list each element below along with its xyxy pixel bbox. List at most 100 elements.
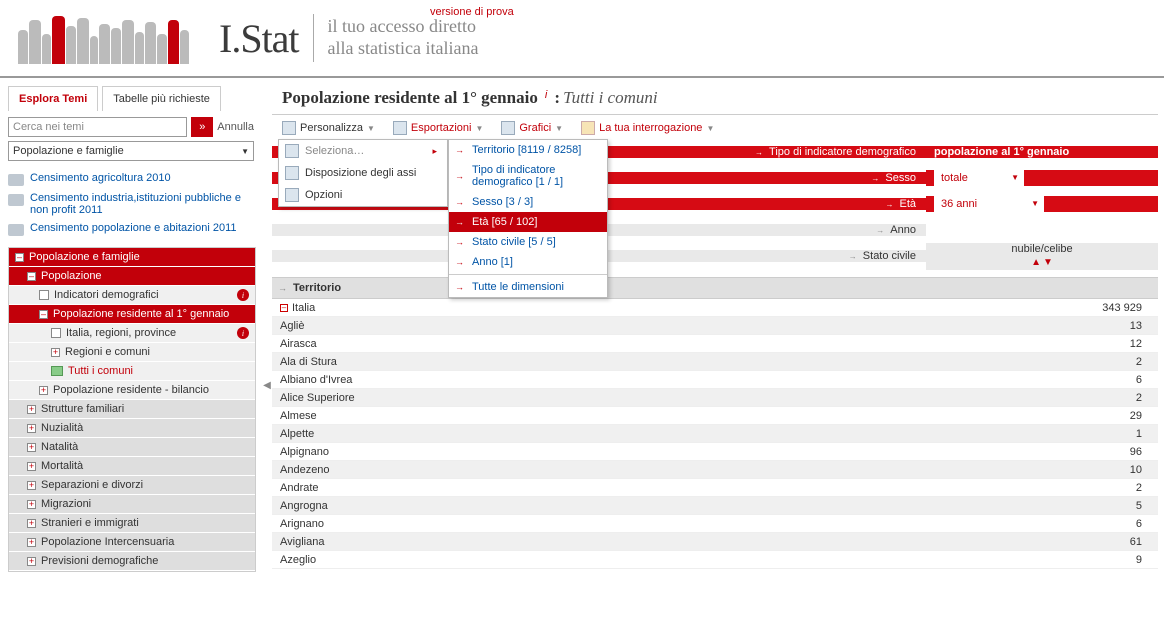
row-name: Alpette: [280, 428, 314, 440]
toolbar-export[interactable]: Esportazioni▼: [393, 121, 483, 135]
personalize-dropdown: Seleziona…▸ Disposizione degli assi Opzi…: [278, 139, 448, 207]
row-value: 2: [926, 392, 1158, 404]
table-row: Andezeno10: [272, 461, 1158, 479]
collapse-icon[interactable]: [39, 310, 48, 319]
collapse-sidebar-button[interactable]: ◀: [262, 78, 272, 572]
expand-icon[interactable]: [39, 386, 48, 395]
tree-branch[interactable]: Separazioni e divorzi: [9, 476, 255, 495]
search-input[interactable]: [8, 117, 187, 137]
tree-branch[interactable]: Previsioni demografiche: [9, 552, 255, 571]
dd-anno[interactable]: →Anno [1]: [449, 252, 607, 272]
tree-branch[interactable]: Natalità: [9, 438, 255, 457]
row-name: Almese: [280, 410, 317, 422]
table-row: Agliè13: [272, 317, 1158, 335]
expand-icon[interactable]: [27, 443, 36, 452]
table-row: Alpignano96: [272, 443, 1158, 461]
row-value: 96: [926, 446, 1158, 458]
dd-stato-civile[interactable]: →Stato civile [5 / 5]: [449, 232, 607, 252]
row-name: Airasca: [280, 338, 317, 350]
sort-desc-icon[interactable]: ▼: [1043, 257, 1053, 268]
expand-icon[interactable]: [27, 557, 36, 566]
census-link[interactable]: Censimento popolazione e abitazioni 2011: [8, 219, 254, 239]
tree-branch[interactable]: Stranieri e immigrati: [9, 514, 255, 533]
tree-pop-residente[interactable]: Popolazione residente al 1° gennaio: [9, 305, 255, 324]
people-silhouettes-logo: [18, 12, 189, 64]
expand-icon[interactable]: [27, 500, 36, 509]
table-row: Angrogna 5: [272, 497, 1158, 515]
tree-root[interactable]: Popolazione e famiglie: [9, 248, 255, 267]
row-value: 9: [926, 554, 1158, 566]
dd-options[interactable]: Opzioni: [279, 184, 447, 206]
table-row: Alpette1: [272, 425, 1158, 443]
search-cancel-link[interactable]: Annulla: [217, 121, 254, 133]
dd-all-dimensions[interactable]: →Tutte le dimensioni: [449, 277, 607, 297]
dd-sesso[interactable]: →Sesso [3 / 3]: [449, 192, 607, 212]
table-row: Andrate2: [272, 479, 1158, 497]
tree-branch[interactable]: Migrazioni: [9, 495, 255, 514]
row-name: Agliè: [280, 320, 304, 332]
toolbar-query[interactable]: La tua interrogazione▼: [581, 121, 714, 135]
dd-tipo-indicatore[interactable]: →Tipo di indicatore demografico [1 / 1]: [449, 160, 607, 192]
toolbar-personalize[interactable]: Personalizza▼: [282, 121, 375, 135]
tree-indicators[interactable]: Indicatori demograficii: [9, 286, 255, 305]
sidebar: Esplora Temi Tabelle più richieste » Ann…: [0, 78, 262, 572]
tree-population[interactable]: Popolazione: [9, 267, 255, 286]
expand-icon[interactable]: [27, 481, 36, 490]
page-subtitle: Tutti i comuni: [563, 88, 657, 107]
chart-icon: [501, 121, 515, 135]
row-name: Angrogna: [280, 500, 328, 512]
tab-popular-tables[interactable]: Tabelle più richieste: [102, 86, 221, 111]
select-dimension-submenu: →Territorio [8119 / 8258] →Tipo di indic…: [448, 139, 608, 298]
collapse-icon[interactable]: [27, 272, 36, 281]
expand-icon[interactable]: [27, 462, 36, 471]
tab-explore-themes[interactable]: Esplora Temi: [8, 86, 98, 111]
tree-branch[interactable]: Mortalità: [9, 457, 255, 476]
tree-bilancio[interactable]: Popolazione residente - bilancio: [9, 381, 255, 400]
expand-icon[interactable]: [27, 405, 36, 414]
toolbar-charts[interactable]: Grafici▼: [501, 121, 563, 135]
row-name: Italia: [292, 302, 315, 314]
options-icon: [285, 188, 299, 202]
dd-select-dimension[interactable]: Seleziona…▸: [279, 140, 447, 162]
expand-icon[interactable]: [27, 424, 36, 433]
axes-icon: [285, 166, 299, 180]
table-row: Ala di Stura2: [272, 353, 1158, 371]
dd-eta[interactable]: →Età [65 / 102]: [449, 212, 607, 232]
collapse-icon[interactable]: –: [280, 304, 288, 312]
row-value: 61: [926, 536, 1158, 548]
page-title: Popolazione residente al 1° gennaio: [282, 88, 538, 107]
row-value: 5: [926, 500, 1158, 512]
expand-icon[interactable]: [27, 519, 36, 528]
census-link[interactable]: Censimento industria,istituzioni pubblic…: [8, 189, 254, 219]
tagline: il tuo accesso diretto alla statistica i…: [328, 16, 479, 59]
tree-italia[interactable]: Italia, regioni, provincei: [9, 324, 255, 343]
row-name: Albiano d'Ivrea: [280, 374, 352, 386]
search-go-button[interactable]: »: [191, 117, 213, 137]
tree-branch[interactable]: Strutture familiari: [9, 400, 255, 419]
filter-eta-select[interactable]: 36 anni: [934, 196, 1044, 212]
theme-select[interactable]: Popolazione e famiglie▼: [8, 141, 254, 161]
sort-asc-icon[interactable]: ▲: [1031, 257, 1041, 268]
table-row: Airasca12: [272, 335, 1158, 353]
dd-territorio[interactable]: →Territorio [8119 / 8258]: [449, 140, 607, 160]
collapse-icon[interactable]: [15, 253, 24, 262]
tree-tutti-comuni[interactable]: Tutti i comuni: [9, 362, 255, 381]
expand-icon[interactable]: [27, 538, 36, 547]
census-icon: [8, 174, 24, 186]
table-row: –Italia343 929: [272, 299, 1158, 317]
info-icon[interactable]: i: [237, 327, 249, 339]
page-header: versione di prova I.Stat il tuo accesso …: [0, 0, 1164, 78]
info-icon[interactable]: i: [237, 289, 249, 301]
row-value: 6: [926, 518, 1158, 530]
census-icon: [8, 194, 24, 206]
dd-axes-layout[interactable]: Disposizione degli assi: [279, 162, 447, 184]
table-row: Almese29: [272, 407, 1158, 425]
tree-branch[interactable]: Popolazione Intercensuaria: [9, 533, 255, 552]
row-value: 2: [926, 482, 1158, 494]
census-link[interactable]: Censimento agricoltura 2010: [8, 169, 254, 189]
filter-sesso-select[interactable]: totale: [934, 170, 1024, 186]
tree-branch[interactable]: Nuzialità: [9, 419, 255, 438]
info-icon[interactable]: i: [545, 89, 547, 101]
expand-icon[interactable]: [51, 348, 60, 357]
tree-regioni[interactable]: Regioni e comuni: [9, 343, 255, 362]
